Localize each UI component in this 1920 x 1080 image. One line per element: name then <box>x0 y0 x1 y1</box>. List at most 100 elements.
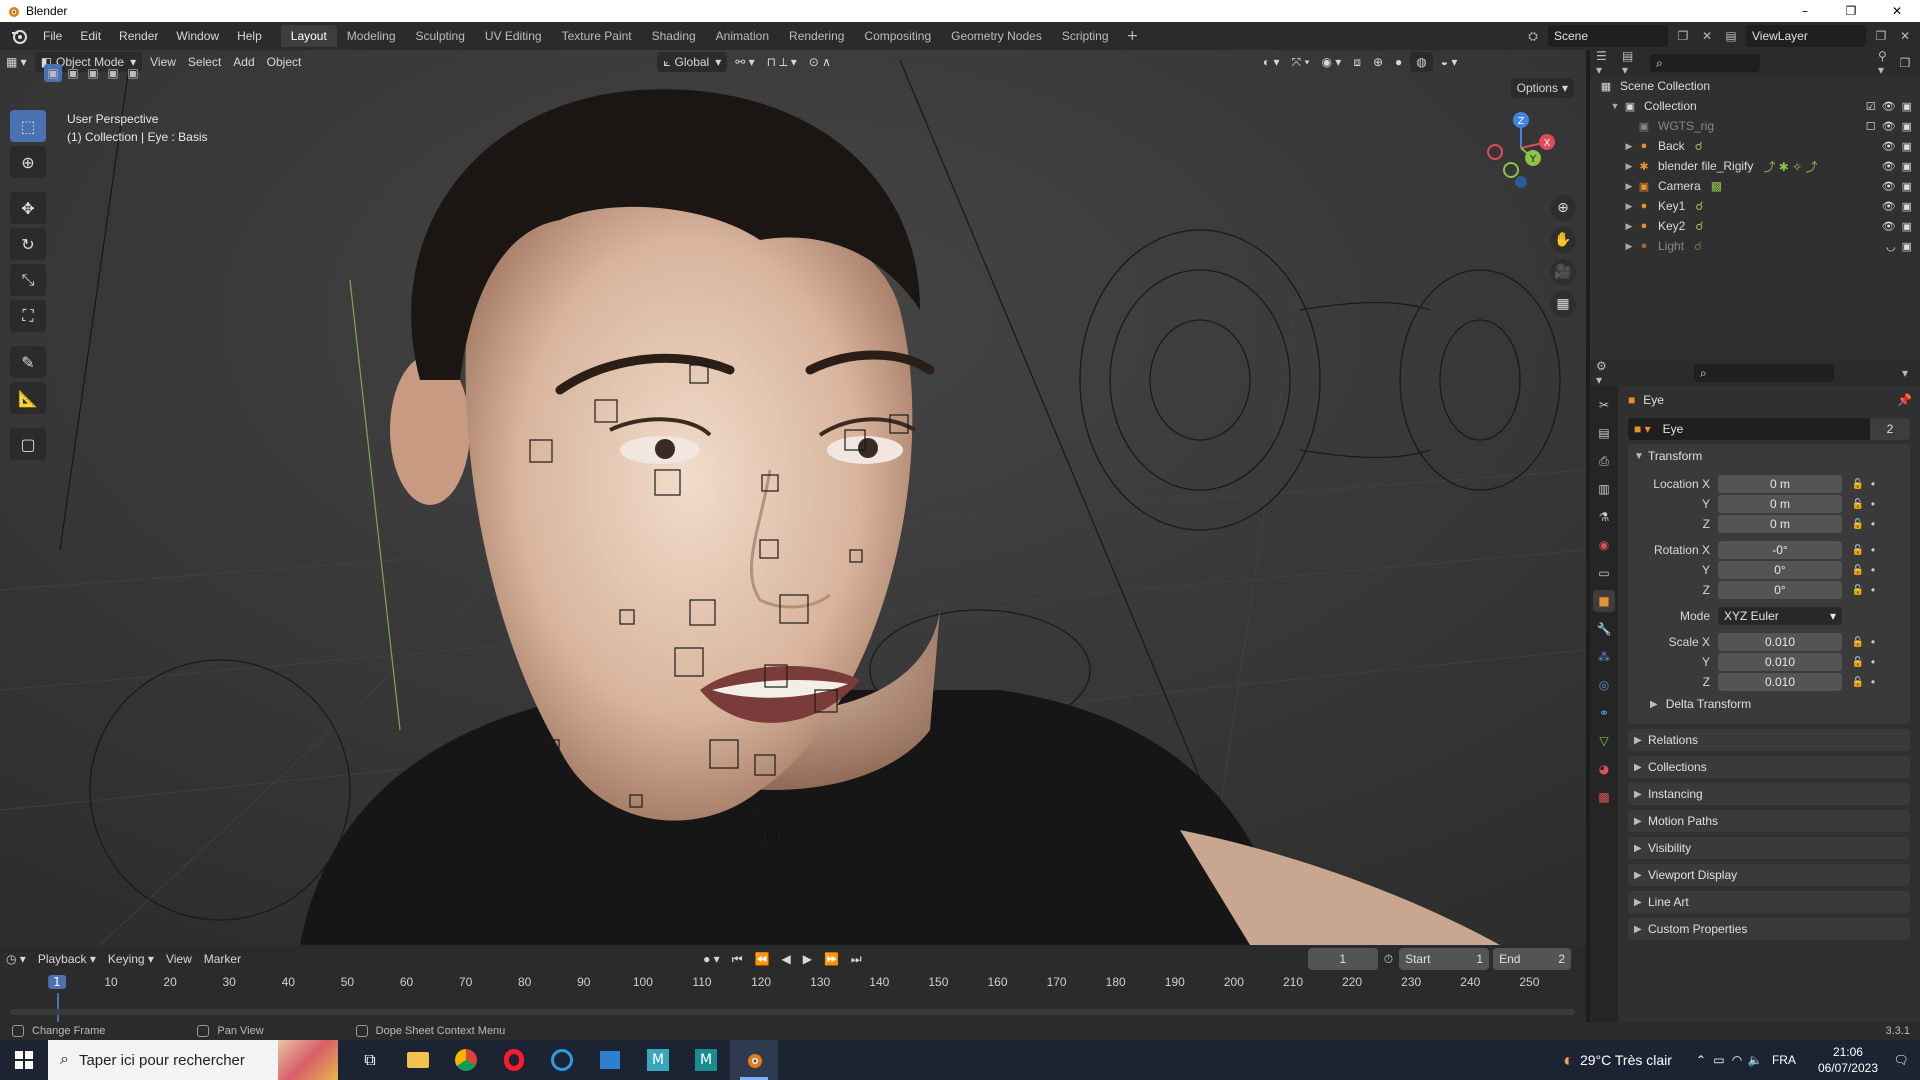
scale-tool-icon[interactable]: ⤡ <box>10 264 46 296</box>
expand-arrow-icon[interactable]: ▶ <box>1622 161 1636 172</box>
editor-type-icon[interactable]: ▦ ▾ <box>0 52 33 72</box>
tab-modeling[interactable]: Modeling <box>337 25 406 47</box>
pivot-point-icon[interactable]: ⚯ ▾ <box>729 52 760 72</box>
expand-arrow-icon[interactable]: ▶ <box>1622 221 1636 232</box>
tab-animation[interactable]: Animation <box>706 25 779 47</box>
camera-icon[interactable]: ▣ <box>1902 220 1912 233</box>
wireframe-shading-icon[interactable]: ⊕ <box>1367 52 1389 72</box>
keyframe-dot-icon[interactable]: • <box>1868 517 1878 531</box>
rotation-mode-select[interactable]: XYZ Euler ▾ <box>1718 607 1842 625</box>
panel-custom-properties[interactable]: ▶ Custom Properties <box>1628 918 1910 940</box>
rotate-tool-icon[interactable]: ↻ <box>10 228 46 260</box>
cursor-tool-icon[interactable]: ⊕ <box>10 146 46 178</box>
record-icon[interactable]: ● ▾ <box>697 949 726 969</box>
scene-tab-icon[interactable]: ⚗ <box>1593 506 1615 528</box>
new-scene-icon[interactable]: ❐ <box>1674 27 1692 45</box>
properties-search-input[interactable]: ⌕ <box>1694 364 1834 382</box>
camera-icon[interactable]: ▣ <box>1902 240 1912 253</box>
ortho-grid-icon[interactable]: ▦ <box>1550 291 1576 317</box>
camera-icon[interactable]: ▣ <box>1902 160 1912 173</box>
blender-taskbar-icon[interactable] <box>730 1040 778 1080</box>
notification-icon[interactable]: 🗨 <box>1892 1051 1910 1069</box>
data-tab-icon[interactable]: ▽ <box>1593 730 1615 752</box>
render-tab-icon[interactable]: ▤ <box>1593 422 1615 444</box>
outliner-item[interactable]: ▶ ● Light ☌ ◡ ▣ <box>1590 236 1920 256</box>
expand-arrow-icon[interactable]: ▶ <box>1622 241 1636 252</box>
material-tab-icon[interactable]: ◕ <box>1593 758 1615 780</box>
outliner-item[interactable]: ▶ ▣ Camera ▩ 👁 ▣ <box>1590 176 1920 196</box>
eye-icon[interactable]: 👁 <box>1882 140 1896 153</box>
network-icon[interactable]: ▭ <box>1710 1051 1728 1069</box>
scene-selector[interactable]: Scene <box>1548 25 1668 47</box>
keyframe-dot-icon[interactable]: • <box>1868 477 1878 491</box>
blender-logo-icon[interactable] <box>10 27 28 45</box>
keyframe-dot-icon[interactable]: • <box>1868 675 1878 689</box>
select-invert-icon[interactable]: ▣ <box>104 64 122 82</box>
select-box-tool-icon[interactable]: ⬚ <box>10 110 46 142</box>
tool-tab-icon[interactable]: ✂ <box>1593 394 1615 416</box>
jump-start-icon[interactable]: ⏮ <box>726 949 749 969</box>
close-button[interactable]: ✕ <box>1874 0 1920 22</box>
gizmo-toggle-icon[interactable]: ⤧ ▾ <box>1286 52 1316 72</box>
panel-line-art[interactable]: ▶ Line Art <box>1628 891 1910 913</box>
menu-help[interactable]: Help <box>228 29 271 43</box>
view-layer-tab-icon[interactable]: ▥ <box>1593 478 1615 500</box>
panel-visibility[interactable]: ▶ Visibility <box>1628 837 1910 859</box>
xray-toggle-icon[interactable]: ⧈ <box>1347 52 1367 72</box>
camera-view-icon[interactable]: 🎥 <box>1550 259 1576 285</box>
rotation-y-field[interactable]: 0° <box>1718 561 1842 579</box>
outliner-item[interactable]: ▶ ● Back ☌ 👁 ▣ <box>1590 136 1920 156</box>
keyframe-dot-icon[interactable]: • <box>1868 543 1878 557</box>
panel-instancing[interactable]: ▶ Instancing <box>1628 783 1910 805</box>
outliner-item[interactable]: ▶ ● Key1 ☌ 👁 ▣ <box>1590 196 1920 216</box>
start-frame-field[interactable]: Start 1 <box>1399 948 1490 970</box>
select-extend-icon[interactable]: ▣ <box>64 64 82 82</box>
outliner-scene-collection[interactable]: ▦ Scene Collection <box>1590 76 1920 96</box>
camera-icon[interactable]: ▣ <box>1902 200 1912 213</box>
annotate-tool-icon[interactable]: ✎ <box>10 346 46 378</box>
chevron-down-icon[interactable]: ▾ <box>1896 364 1914 382</box>
timeline-editor-type-icon[interactable]: ◷ ▾ <box>0 949 32 969</box>
pin-icon[interactable]: 📌 <box>1897 393 1912 407</box>
rotation-x-field[interactable]: -0° <box>1718 541 1842 559</box>
maximize-button[interactable]: ❐ <box>1828 0 1874 22</box>
menu-add[interactable]: Add <box>227 52 260 72</box>
minimize-button[interactable]: – <box>1782 0 1828 22</box>
windows-start-button[interactable] <box>0 1040 48 1080</box>
physics-tab-icon[interactable]: ◎ <box>1593 674 1615 696</box>
new-viewlayer-icon[interactable]: ❐ <box>1872 27 1890 45</box>
maya-2-icon[interactable]: M <box>682 1040 730 1080</box>
menu-timeline-view[interactable]: View <box>160 949 198 969</box>
menu-marker[interactable]: Marker <box>198 949 247 969</box>
lock-icon[interactable]: 🔓 <box>1848 479 1868 490</box>
display-mode-icon[interactable]: ▤ ▾ <box>1622 49 1640 77</box>
tab-sculpting[interactable]: Sculpting <box>406 25 475 47</box>
menu-playback[interactable]: Playback ▾ <box>32 949 102 969</box>
users-count[interactable]: 2 <box>1870 418 1910 440</box>
texture-tab-icon[interactable]: ▩ <box>1593 786 1615 808</box>
menu-render[interactable]: Render <box>110 29 167 43</box>
lock-icon[interactable]: 🔓 <box>1848 499 1868 510</box>
clock[interactable]: 21:06 06/07/2023 <box>1818 1044 1878 1076</box>
checkbox-icon[interactable]: ☑ <box>1866 100 1876 113</box>
play-icon[interactable]: ▶ <box>797 949 818 969</box>
end-frame-field[interactable]: End 2 <box>1493 948 1572 970</box>
location-y-field[interactable]: 0 m <box>1718 495 1842 513</box>
eye-icon[interactable]: 👁 <box>1882 220 1896 233</box>
tab-layout[interactable]: Layout <box>280 25 337 47</box>
object-tab-icon[interactable]: ■ <box>1593 590 1615 612</box>
outliner-search-input[interactable]: ⌕ <box>1650 54 1760 72</box>
file-explorer-icon[interactable] <box>394 1040 442 1080</box>
panel-viewport-display[interactable]: ▶ Viewport Display <box>1628 864 1910 886</box>
lock-icon[interactable]: 🔓 <box>1848 677 1868 688</box>
playhead[interactable] <box>57 993 59 1023</box>
menu-edit[interactable]: Edit <box>71 29 110 43</box>
add-cube-tool-icon[interactable]: ▢ <box>10 428 46 460</box>
expand-arrow-icon[interactable]: ▶ <box>1622 141 1636 152</box>
new-collection-icon[interactable]: ❐ <box>1896 54 1914 72</box>
jump-key-back-icon[interactable]: ⏪ <box>749 949 776 969</box>
jump-end-icon[interactable]: ⏭ <box>845 949 868 969</box>
modifier-tab-icon[interactable]: 🔧 <box>1593 618 1615 640</box>
proportional-edit-icon[interactable]: ⊙ ∧ <box>803 52 837 72</box>
lock-icon[interactable]: 🔓 <box>1848 519 1868 530</box>
